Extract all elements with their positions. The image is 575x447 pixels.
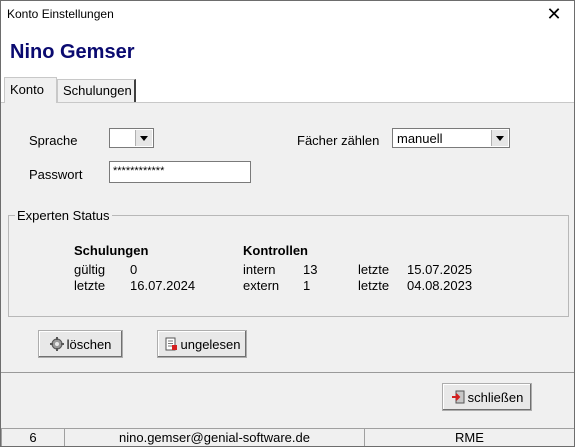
header: Nino Gemser [1, 27, 574, 75]
expert-status-legend: Experten Status [15, 208, 112, 223]
title-bar: Konto Einstellungen ✕ [1, 1, 574, 27]
close-button[interactable]: schließen [442, 383, 532, 411]
count-value: manuell [397, 131, 443, 146]
password-label: Passwort [29, 167, 83, 182]
user-name: Nino Gemser [10, 41, 135, 63]
schulungen-last-label: letzte [74, 278, 106, 293]
status-code: RME [364, 428, 574, 446]
schulungen-last-value: 16.07.2024 [130, 278, 196, 293]
kontrollen-intern-last-label: letzte [358, 262, 390, 277]
count-label: Fächer zählen [297, 133, 380, 148]
kontrollen-extern-count: 1 [303, 278, 311, 293]
status-count: 6 [1, 428, 64, 446]
tab-konto[interactable]: Konto [4, 77, 57, 103]
delete-label: löschen [66, 336, 112, 352]
kontrollen-header: Kontrollen [243, 243, 308, 258]
language-label: Sprache [29, 133, 78, 148]
kontrollen-intern-label: intern [243, 262, 276, 277]
separator [1, 372, 574, 373]
close-label: schließen [467, 389, 524, 405]
unread-label: ungelesen [180, 336, 241, 352]
status-email: nino.gemser@genial-software.de [64, 428, 364, 446]
chevron-down-icon[interactable] [135, 130, 152, 146]
tab-schulungen[interactable]: Schulungen [57, 79, 136, 102]
gear-icon [49, 337, 64, 351]
unread-button[interactable]: ungelesen [157, 330, 247, 358]
schulungen-valid-value: 0 [130, 262, 138, 277]
chevron-down-icon[interactable] [491, 130, 508, 146]
expert-status-group: Experten Status Schulungen gültig 0 letz… [8, 208, 569, 317]
settings-dialog: Konto Einstellungen ✕ Nino Gemser Konto … [0, 0, 575, 447]
status-bar: 6 nino.gemser@genial-software.de RME [1, 426, 574, 446]
document-icon [164, 337, 178, 351]
kontrollen-extern-label: extern [243, 278, 280, 293]
kontrollen-intern-count: 13 [303, 262, 318, 277]
konto-panel: Sprache Passwort ************ Fächer zäh… [1, 102, 574, 372]
language-select[interactable] [109, 128, 154, 148]
delete-button[interactable]: löschen [38, 330, 123, 358]
kontrollen-intern-date: 15.07.2025 [407, 262, 473, 277]
count-select[interactable]: manuell [392, 128, 510, 148]
window-title: Konto Einstellungen [7, 7, 114, 21]
schulungen-header: Schulungen [74, 243, 149, 258]
kontrollen-extern-last-label: letzte [358, 278, 390, 293]
password-field[interactable]: ************ [109, 161, 251, 183]
close-icon[interactable]: ✕ [534, 1, 574, 27]
exit-door-icon [451, 390, 465, 404]
tab-strip: Konto Schulungen [1, 75, 574, 103]
schulungen-valid-label: gültig [74, 262, 106, 277]
kontrollen-extern-date: 04.08.2023 [407, 278, 473, 293]
